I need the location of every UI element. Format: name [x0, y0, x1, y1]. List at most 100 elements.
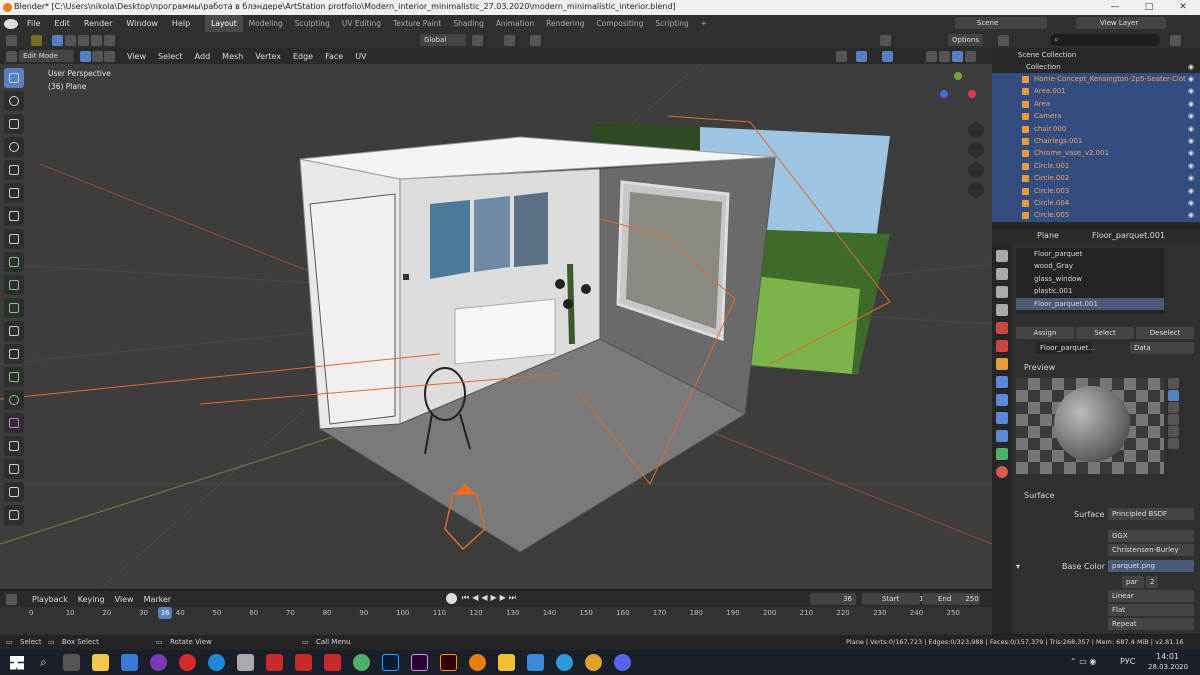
menu-keying[interactable]: Keying [73, 591, 110, 608]
deselect-button[interactable]: Deselect [1136, 327, 1194, 339]
tool-tab-icon[interactable] [996, 250, 1008, 262]
grid-view-icon[interactable] [968, 182, 984, 198]
add-workspace-button[interactable]: + [695, 15, 713, 32]
visibility-eye-icon[interactable]: ◉ [1188, 185, 1194, 197]
link-data-dropdown[interactable]: Data [1130, 342, 1194, 354]
start-frame-field[interactable]: Start1 [862, 593, 924, 605]
outliner-collection[interactable]: Collection ◉ [992, 61, 1200, 73]
view-object-types-icon[interactable] [836, 51, 847, 62]
minimize-button[interactable]: — [1098, 0, 1132, 15]
premiere-icon[interactable] [410, 654, 428, 671]
visibility-eye-icon[interactable]: ◉ [1188, 110, 1194, 122]
projection-dropdown[interactable]: Flat [1108, 604, 1194, 616]
record-icon[interactable] [446, 593, 457, 604]
playback-controls[interactable]: ⏮◀◀▶▶⏭ [462, 593, 519, 603]
tab-compositing[interactable]: Compositing [590, 15, 649, 32]
annotate-tool[interactable] [4, 206, 24, 226]
rip-tool[interactable] [4, 505, 24, 525]
scale-tool[interactable] [4, 160, 24, 180]
app-icon-green[interactable] [352, 654, 370, 671]
tab-scripting[interactable]: Scripting [649, 15, 694, 32]
proportional-edit-icon[interactable] [530, 35, 541, 46]
visibility-eye-icon[interactable]: ◉ [1188, 147, 1194, 159]
intersect-selection-icon[interactable] [104, 34, 115, 46]
extrude-tool[interactable] [4, 252, 24, 272]
shear-tool[interactable] [4, 482, 24, 502]
menu-vertex[interactable]: Vertex [249, 48, 287, 65]
render-tab-icon[interactable] [996, 268, 1008, 280]
menu-window[interactable]: Window [119, 15, 165, 32]
end-frame-field[interactable]: End 250 [922, 593, 980, 605]
material-slot[interactable]: plastic.001 [1016, 285, 1164, 297]
material-tab-icon[interactable] [996, 466, 1008, 478]
preview-cube-icon[interactable] [1168, 402, 1179, 413]
close-button[interactable]: ✕ [1166, 0, 1200, 15]
explorer-icon[interactable] [91, 654, 109, 671]
measure-tool[interactable] [4, 229, 24, 249]
cursor-tool[interactable] [4, 91, 24, 111]
assign-button[interactable]: Assign [1016, 327, 1074, 339]
snap-icon[interactable] [504, 35, 515, 46]
outliner-item[interactable]: Area.001 ◉ [992, 85, 1200, 98]
options-button[interactable]: Options [948, 34, 984, 46]
menu-mesh[interactable]: Mesh [216, 48, 249, 65]
outliner-editor-icon[interactable] [998, 35, 1009, 46]
task-view-icon[interactable] [62, 654, 80, 671]
outliner-search-input[interactable] [1050, 34, 1160, 46]
tab-sculpting[interactable]: Sculpting [289, 15, 336, 32]
edge-select-icon[interactable] [92, 50, 103, 62]
mode-selector[interactable]: Edit Mode [19, 50, 74, 62]
menu-edge[interactable]: Edge [287, 48, 319, 65]
tab-modeling[interactable]: Modeling [243, 15, 289, 32]
subtract-selection-icon[interactable] [78, 34, 89, 46]
start-icon[interactable] [10, 655, 24, 670]
select-button[interactable]: Select [1076, 327, 1134, 339]
outliner-item[interactable]: Circle.001 ◉ [992, 159, 1200, 173]
image-users-count[interactable]: 2 [1146, 576, 1158, 588]
photoshop-icon[interactable] [381, 654, 399, 671]
blender-taskbar-icon[interactable] [468, 654, 486, 671]
camera-view-icon[interactable] [968, 162, 984, 178]
outliner-item[interactable]: Home-Concept_Kensington-2p5-Seater-Clot ◉ [992, 73, 1200, 86]
current-frame-field[interactable]: 36 [810, 593, 856, 605]
menu-file[interactable]: File [20, 15, 47, 32]
image-name-field[interactable]: par [1122, 576, 1144, 588]
telegram-icon[interactable] [555, 654, 573, 671]
blender-menu-icon[interactable] [4, 18, 18, 29]
menu-marker[interactable]: Marker [139, 591, 177, 608]
menu-playback[interactable]: Playback [27, 591, 73, 608]
outliner-item[interactable]: Camera ◉ [992, 110, 1200, 123]
visibility-eye-icon[interactable]: ◉ [1188, 85, 1194, 97]
edge-slide-tool[interactable] [4, 436, 24, 456]
subsurface-method-dropdown[interactable]: Christensen-Burley [1108, 544, 1194, 556]
mail-icon[interactable] [120, 654, 138, 671]
menu-face[interactable]: Face [319, 48, 349, 65]
menu-help[interactable]: Help [165, 15, 197, 32]
material-slot[interactable]: glass_window [1016, 273, 1164, 285]
modifier-tab-icon[interactable] [996, 376, 1008, 388]
base-color-image-field[interactable]: parquet.png [1108, 560, 1194, 572]
preview-monkey-icon[interactable] [1168, 414, 1179, 425]
shading-material-icon[interactable] [952, 51, 963, 62]
outliner-item[interactable]: Circle.005 ◉ [992, 209, 1200, 222]
surface-shader-dropdown[interactable]: Principled BSDF [1108, 508, 1194, 520]
menu-add[interactable]: Add [189, 48, 217, 65]
tab-shading[interactable]: Shading [447, 15, 489, 32]
new-selection-icon[interactable] [52, 34, 63, 46]
app-icon-purple[interactable] [149, 654, 167, 671]
material-slot-active[interactable]: Floor_parquet.001 [1016, 297, 1164, 310]
move-tool[interactable] [4, 114, 24, 134]
filter-icon[interactable] [1170, 35, 1181, 46]
visibility-eye-icon[interactable]: ◉ [1188, 209, 1194, 221]
menu-select[interactable]: Select [152, 48, 189, 65]
preview-hair-icon[interactable] [1168, 426, 1179, 437]
tab-animation[interactable]: Animation [490, 15, 540, 32]
scene-selector[interactable]: Scene [955, 17, 1047, 29]
select-mode-icon[interactable] [31, 34, 42, 46]
expand-arrow-icon[interactable]: ▾ [1016, 562, 1020, 571]
tab-uv-editing[interactable]: UV Editing [336, 15, 387, 32]
visibility-eye-icon[interactable]: ◉ [1188, 160, 1194, 172]
outliner-item[interactable]: Circle.003 ◉ [992, 184, 1200, 197]
spin-tool[interactable] [4, 390, 24, 410]
3d-viewport[interactable]: User Perspective (36) Plane [0, 64, 992, 589]
